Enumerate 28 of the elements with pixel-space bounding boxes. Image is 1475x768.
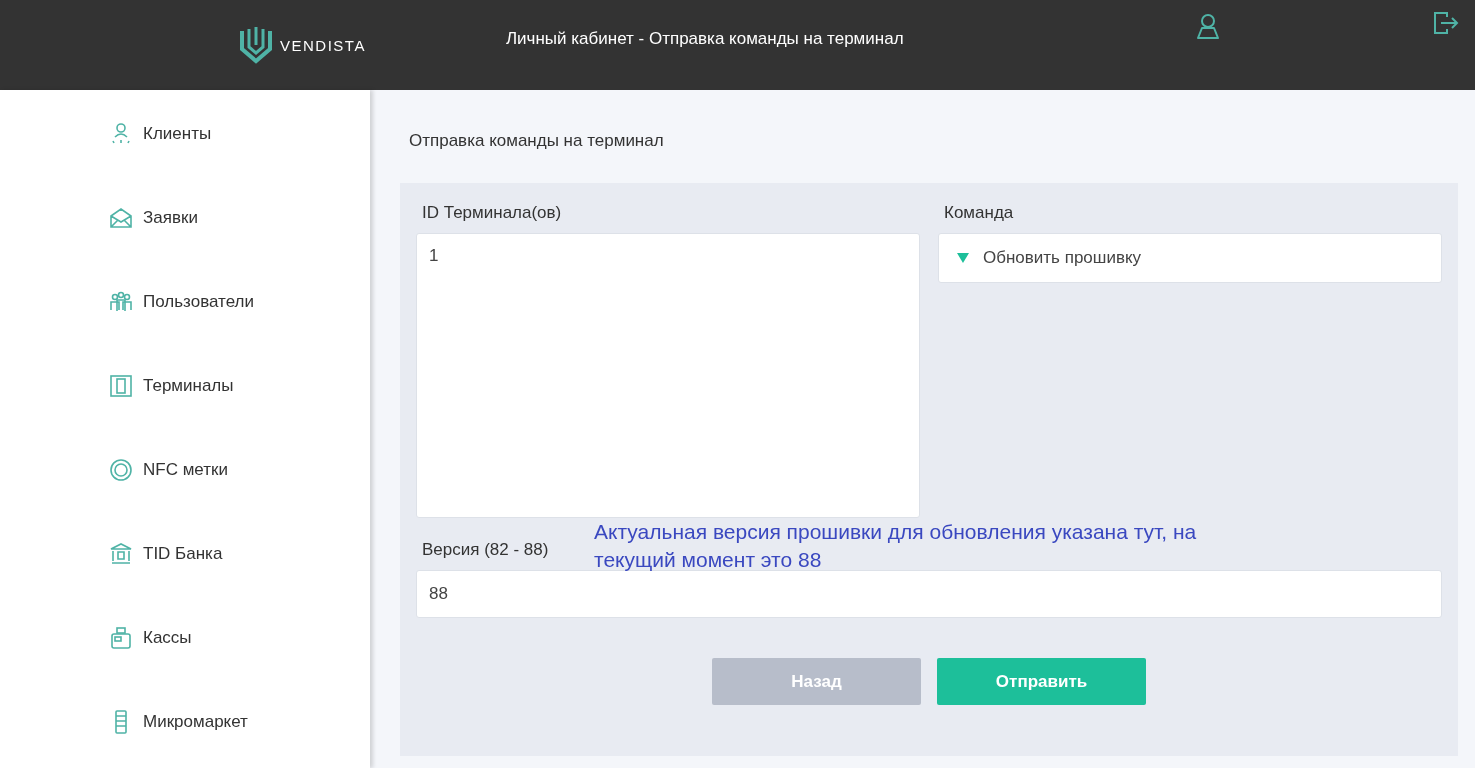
logo-icon <box>238 25 274 65</box>
caret-icon <box>957 253 969 263</box>
page-header-title: Личный кабинет - Отправка команды на терминал <box>505 29 904 49</box>
user-icon[interactable] <box>1196 13 1220 39</box>
sidebar-item[interactable]: Клиенты <box>0 92 370 176</box>
envelope-icon <box>109 206 133 230</box>
sidebar-item[interactable]: NFC метки <box>0 428 370 512</box>
sidebar-item[interactable]: Заявки <box>0 176 370 260</box>
command-dropdown[interactable]: Обновить прошивку <box>938 233 1442 283</box>
clients-icon <box>109 122 133 146</box>
terminal-ids-field[interactable]: 1 <box>416 233 920 518</box>
sidebar-item[interactable]: Кассы <box>0 596 370 680</box>
page-title: Отправка команды на терминал <box>409 131 665 152</box>
field-label: ID Терминала(ов) <box>422 203 562 223</box>
logout-icon[interactable] <box>1433 11 1459 35</box>
sidebar-item[interactable]: Микромаркет <box>0 680 370 764</box>
bank-icon <box>109 542 133 566</box>
field-label: Версия (82 - 88) <box>422 540 549 560</box>
users-icon <box>109 290 133 314</box>
annotation-text: Актуальная версия прошивки для обновления указана тут, на текущий момент это 88 <box>594 519 1198 573</box>
cash-register-icon <box>109 626 133 650</box>
sidebar-item[interactable]: TID Банка <box>0 512 370 596</box>
version-field[interactable]: 88 <box>416 570 1442 618</box>
sidebar-item[interactable]: Терминалы <box>0 344 370 428</box>
logo-text: VENDISTA <box>280 36 366 54</box>
field-label: Команда <box>944 203 1014 223</box>
terminal-icon <box>109 374 133 398</box>
sidebar-item[interactable]: Пользователи <box>0 260 370 344</box>
